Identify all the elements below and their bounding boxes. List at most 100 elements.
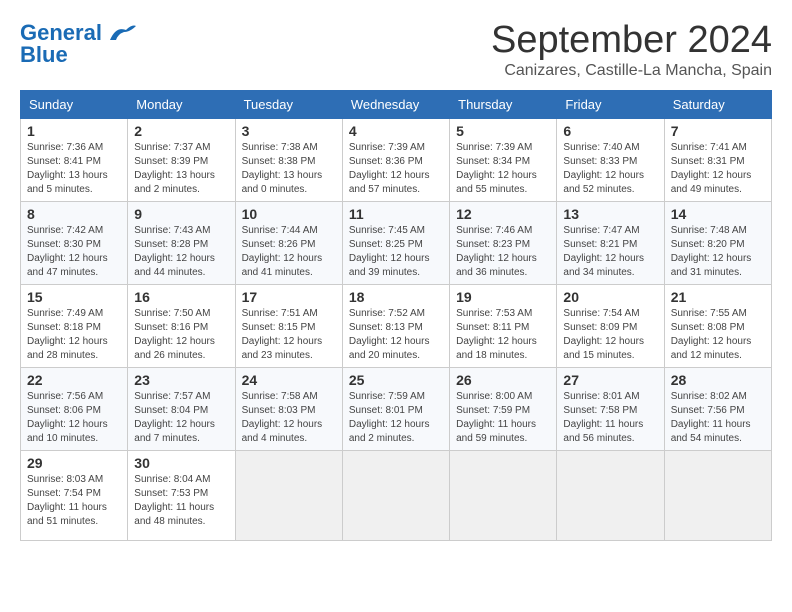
day-info: Sunrise: 7:38 AMSunset: 8:38 PMDaylight:… [242,141,336,197]
calendar-header-wednesday: Wednesday [342,90,449,118]
day-number: 19 [456,289,550,305]
calendar-cell: 8 Sunrise: 7:42 AMSunset: 8:30 PMDaylight… [21,201,128,284]
calendar-cell: 30 Sunrise: 8:04 AMSunset: 7:53 PMDayligh… [128,450,235,540]
calendar-cell: 9 Sunrise: 7:43 AMSunset: 8:28 PMDaylight… [128,201,235,284]
calendar-cell [450,450,557,540]
calendar-cell: 3Sunrise: 7:38 AMSunset: 8:38 PMDaylight… [235,118,342,201]
calendar-cell: 2 Sunrise: 7:37 AMSunset: 8:39 PMDaylight… [128,118,235,201]
calendar-cell: 16 Sunrise: 7:50 AMSunset: 8:16 PMDayligh… [128,284,235,367]
month-title: September 2024 [491,20,772,62]
day-number: 29 [27,455,121,471]
calendar-cell: 26 Sunrise: 8:00 AMSunset: 7:59 PMDayligh… [450,367,557,450]
day-info: Sunrise: 8:02 AMSunset: 7:56 PMDaylight:… [671,390,765,446]
day-number: 4 [349,123,443,139]
calendar-cell: 19 Sunrise: 7:53 AMSunset: 8:11 PMDayligh… [450,284,557,367]
day-info: Sunrise: 7:45 AMSunset: 8:25 PMDaylight:… [349,224,443,280]
day-number: 6 [563,123,657,139]
calendar-cell: 14 Sunrise: 7:48 AMSunset: 8:20 PMDayligh… [664,201,771,284]
day-number: 9 [134,206,228,222]
day-info: Sunrise: 7:37 AMSunset: 8:39 PMDaylight:… [134,141,228,197]
calendar-week-4: 22 Sunrise: 7:56 AMSunset: 8:06 PMDayligh… [21,367,772,450]
day-number: 7 [671,123,765,139]
day-number: 21 [671,289,765,305]
calendar-cell: 28Sunrise: 8:02 AMSunset: 7:56 PMDayligh… [664,367,771,450]
calendar-cell: 6Sunrise: 7:40 AMSunset: 8:33 PMDaylight… [557,118,664,201]
day-number: 20 [563,289,657,305]
calendar-cell: 12Sunrise: 7:46 AMSunset: 8:23 PMDayligh… [450,201,557,284]
day-info: Sunrise: 7:58 AMSunset: 8:03 PMDaylight:… [242,390,336,446]
calendar-cell: 4 Sunrise: 7:39 AMSunset: 8:36 PMDaylight… [342,118,449,201]
logo-bird-icon [106,22,138,44]
day-info: Sunrise: 7:48 AMSunset: 8:20 PMDaylight:… [671,224,765,280]
day-info: Sunrise: 7:36 AMSunset: 8:41 PMDaylight:… [27,141,121,197]
day-number: 26 [456,372,550,388]
day-info: Sunrise: 7:47 AMSunset: 8:21 PMDaylight:… [563,224,657,280]
calendar-week-2: 8 Sunrise: 7:42 AMSunset: 8:30 PMDaylight… [21,201,772,284]
logo: General Blue [20,20,138,68]
day-info: Sunrise: 7:50 AMSunset: 8:16 PMDaylight:… [134,307,228,363]
day-info: Sunrise: 7:43 AMSunset: 8:28 PMDaylight:… [134,224,228,280]
calendar-cell: 21 Sunrise: 7:55 AMSunset: 8:08 PMDayligh… [664,284,771,367]
day-number: 11 [349,206,443,222]
calendar-header-saturday: Saturday [664,90,771,118]
day-number: 16 [134,289,228,305]
day-info: Sunrise: 7:39 AMSunset: 8:36 PMDaylight:… [349,141,443,197]
day-info: Sunrise: 7:52 AMSunset: 8:13 PMDaylight:… [349,307,443,363]
calendar-body: 1 Sunrise: 7:36 AMSunset: 8:41 PMDaylight… [21,118,772,540]
day-number: 17 [242,289,336,305]
calendar-cell: 11 Sunrise: 7:45 AMSunset: 8:25 PMDayligh… [342,201,449,284]
calendar-header-monday: Monday [128,90,235,118]
calendar-cell [557,450,664,540]
logo-blue: Blue [20,42,68,68]
calendar-cell: 22 Sunrise: 7:56 AMSunset: 8:06 PMDayligh… [21,367,128,450]
day-info: Sunrise: 7:51 AMSunset: 8:15 PMDaylight:… [242,307,336,363]
calendar-cell: 5Sunrise: 7:39 AMSunset: 8:34 PMDaylight… [450,118,557,201]
day-info: Sunrise: 7:55 AMSunset: 8:08 PMDaylight:… [671,307,765,363]
calendar-week-3: 15Sunrise: 7:49 AMSunset: 8:18 PMDayligh… [21,284,772,367]
calendar-cell: 29 Sunrise: 8:03 AMSunset: 7:54 PMDayligh… [21,450,128,540]
day-number: 10 [242,206,336,222]
calendar-cell [342,450,449,540]
day-number: 2 [134,123,228,139]
day-info: Sunrise: 8:01 AMSunset: 7:58 PMDaylight:… [563,390,657,446]
day-info: Sunrise: 7:59 AMSunset: 8:01 PMDaylight:… [349,390,443,446]
day-info: Sunrise: 8:03 AMSunset: 7:54 PMDaylight:… [27,473,121,529]
day-number: 25 [349,372,443,388]
calendar-cell [235,450,342,540]
day-info: Sunrise: 7:53 AMSunset: 8:11 PMDaylight:… [456,307,550,363]
calendar-cell: 7Sunrise: 7:41 AMSunset: 8:31 PMDaylight… [664,118,771,201]
calendar-header-friday: Friday [557,90,664,118]
day-number: 24 [242,372,336,388]
day-info: Sunrise: 8:00 AMSunset: 7:59 PMDaylight:… [456,390,550,446]
day-number: 14 [671,206,765,222]
calendar-cell: 1 Sunrise: 7:36 AMSunset: 8:41 PMDaylight… [21,118,128,201]
calendar-header-row: SundayMondayTuesdayWednesdayThursdayFrid… [21,90,772,118]
day-number: 5 [456,123,550,139]
day-number: 22 [27,372,121,388]
day-info: Sunrise: 7:56 AMSunset: 8:06 PMDaylight:… [27,390,121,446]
day-number: 27 [563,372,657,388]
day-info: Sunrise: 7:42 AMSunset: 8:30 PMDaylight:… [27,224,121,280]
page-header: General Blue September 2024 Canizares, C… [20,20,772,80]
day-number: 8 [27,206,121,222]
calendar-cell: 13Sunrise: 7:47 AMSunset: 8:21 PMDayligh… [557,201,664,284]
calendar-header-tuesday: Tuesday [235,90,342,118]
day-number: 23 [134,372,228,388]
calendar-cell: 25 Sunrise: 7:59 AMSunset: 8:01 PMDayligh… [342,367,449,450]
calendar-week-5: 29 Sunrise: 8:03 AMSunset: 7:54 PMDayligh… [21,450,772,540]
day-info: Sunrise: 8:04 AMSunset: 7:53 PMDaylight:… [134,473,228,529]
calendar-cell [664,450,771,540]
location-subtitle: Canizares, Castille-La Mancha, Spain [491,62,772,80]
calendar-cell: 20Sunrise: 7:54 AMSunset: 8:09 PMDayligh… [557,284,664,367]
calendar-week-1: 1 Sunrise: 7:36 AMSunset: 8:41 PMDaylight… [21,118,772,201]
day-number: 15 [27,289,121,305]
day-info: Sunrise: 7:44 AMSunset: 8:26 PMDaylight:… [242,224,336,280]
calendar-cell: 15Sunrise: 7:49 AMSunset: 8:18 PMDayligh… [21,284,128,367]
calendar-cell: 27 Sunrise: 8:01 AMSunset: 7:58 PMDayligh… [557,367,664,450]
day-number: 30 [134,455,228,471]
title-area: September 2024 Canizares, Castille-La Ma… [491,20,772,80]
calendar-cell: 18Sunrise: 7:52 AMSunset: 8:13 PMDayligh… [342,284,449,367]
day-info: Sunrise: 7:57 AMSunset: 8:04 PMDaylight:… [134,390,228,446]
day-number: 12 [456,206,550,222]
day-number: 1 [27,123,121,139]
